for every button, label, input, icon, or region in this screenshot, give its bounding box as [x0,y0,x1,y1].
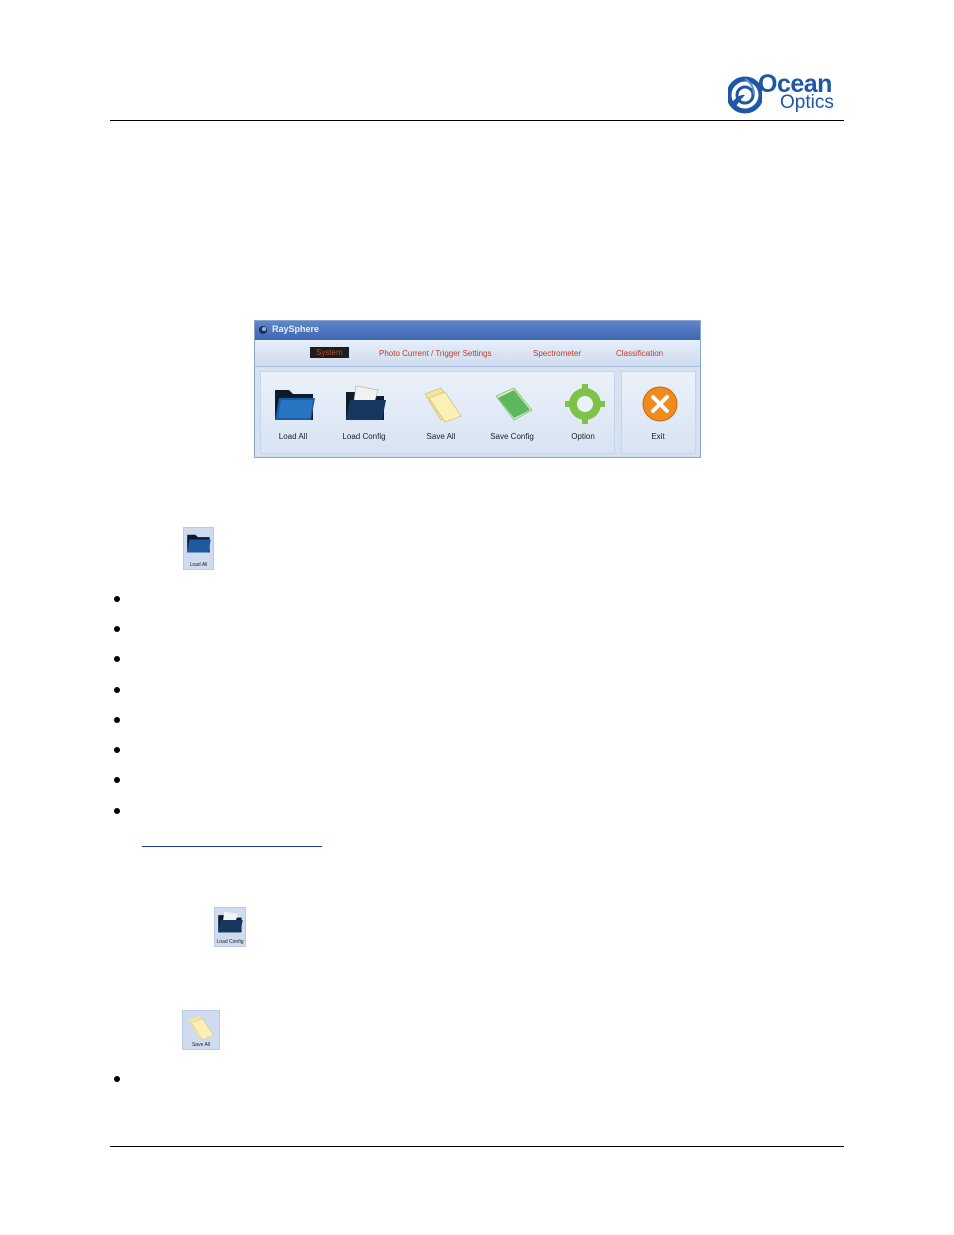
exit-label: Exit [651,432,665,441]
folder-open-icon [187,534,211,553]
load-all-thumbnail: Load All [183,527,214,570]
tab-photo-current-trigger-settings[interactable]: Photo Current / Trigger Settings [379,349,492,358]
load-config-label: Load Config [342,432,386,441]
bullet [114,656,120,662]
close-icon [642,386,678,422]
load-all-thumb-label: Load All [189,562,208,568]
load-config-thumb-label: Load Config [216,939,244,945]
header-rule [110,120,844,121]
bullet [114,808,120,814]
exit-group: Exit [621,371,696,454]
load-all-button[interactable]: Load All [263,372,323,447]
load-config-button[interactable]: Load Config [334,372,394,447]
load-config-thumbnail: Load Config [214,907,246,947]
tab-classification[interactable]: Classification [616,349,663,358]
bullet [114,777,120,783]
bullet [114,687,120,693]
save-config-icon [495,387,533,421]
gear-icon [565,384,605,424]
exit-button[interactable]: Exit [628,372,688,447]
bullet [114,626,120,632]
bullet [114,747,120,753]
logo-word-optics: Optics [780,92,834,113]
save-all-button[interactable]: Save All [411,372,471,447]
save-config-button[interactable]: Save Config [482,372,542,447]
file-group: Load All Load Config Save All Save Confi… [260,371,615,454]
save-config-label: Save Config [490,432,534,441]
raysphere-titlebar: RaySphere [255,321,700,340]
folder-config-icon [218,911,243,933]
folder-config-icon [346,385,386,420]
save-all-thumbnail: Save All [182,1010,220,1050]
tab-spectrometer[interactable]: Spectrometer [533,349,581,358]
hyperlink-underline[interactable] [142,846,322,847]
bullet [114,596,120,602]
raysphere-window: RaySphere System Photo Current / Trigger… [254,320,701,458]
save-all-thumb-label: Save All [191,1042,211,1048]
logo-swirl-icon [728,76,762,114]
option-button[interactable]: Option [553,372,613,447]
footer-rule [110,1146,844,1147]
ribbon-tabs: System Photo Current / Trigger Settings … [255,340,700,367]
bullet [114,1076,120,1082]
save-all-icon [188,1015,214,1040]
app-icon [259,326,267,334]
tab-system[interactable]: System [310,347,349,358]
save-all-label: Save All [426,432,456,441]
raysphere-title: RaySphere [272,324,320,334]
ocean-optics-logo: Ocean Optics [728,70,848,118]
load-all-label: Load All [278,432,308,441]
bullet [114,717,120,723]
folder-open-icon [275,390,315,420]
save-all-icon [424,387,462,423]
option-label: Option [571,432,595,441]
